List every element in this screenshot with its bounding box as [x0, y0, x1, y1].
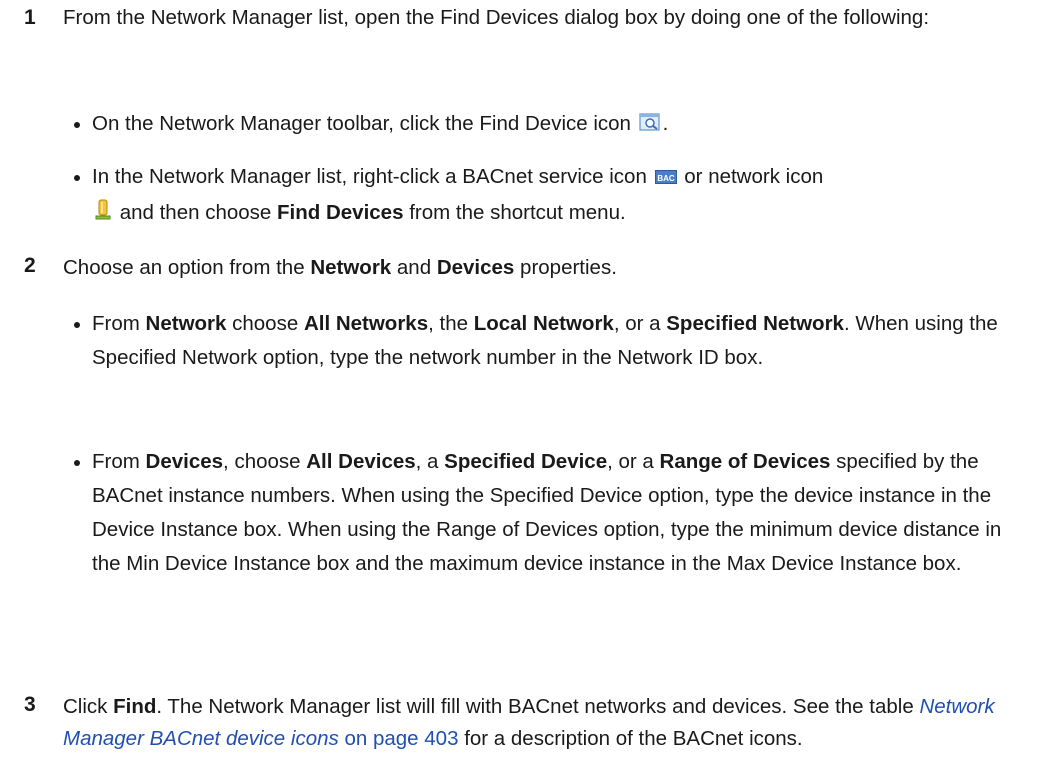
step-number: 2	[24, 254, 36, 277]
step-text: Click Find. The Network Manager list wil…	[63, 695, 995, 750]
step-number: 1	[24, 6, 36, 29]
page-reference-link[interactable]: on page 403	[344, 727, 458, 750]
document-page: 1 From the Network Manager list, open th…	[0, 0, 1051, 784]
bullet-text: From Devices, choose All Devices, a Spec…	[92, 450, 1002, 575]
step-number: 3	[24, 693, 36, 716]
step-text: Choose an option from the Network and De…	[63, 256, 617, 279]
step-text: From the Network Manager list, open the …	[63, 6, 930, 29]
bullet-text: In the Network Manager list, right-click…	[92, 160, 1022, 232]
svg-text:BAC: BAC	[657, 174, 675, 183]
bullet-dot	[74, 460, 80, 466]
bullet-text: From Network choose All Networks, the Lo…	[92, 312, 998, 369]
bullet-dot	[74, 122, 80, 128]
network-icon	[94, 198, 112, 232]
bullet-dot	[74, 322, 80, 328]
bullet-text: On the Network Manager toolbar, click th…	[92, 107, 1022, 143]
bacnet-service-icon: BAC	[654, 162, 677, 196]
find-device-icon	[639, 109, 661, 143]
bullet-dot	[74, 175, 80, 181]
